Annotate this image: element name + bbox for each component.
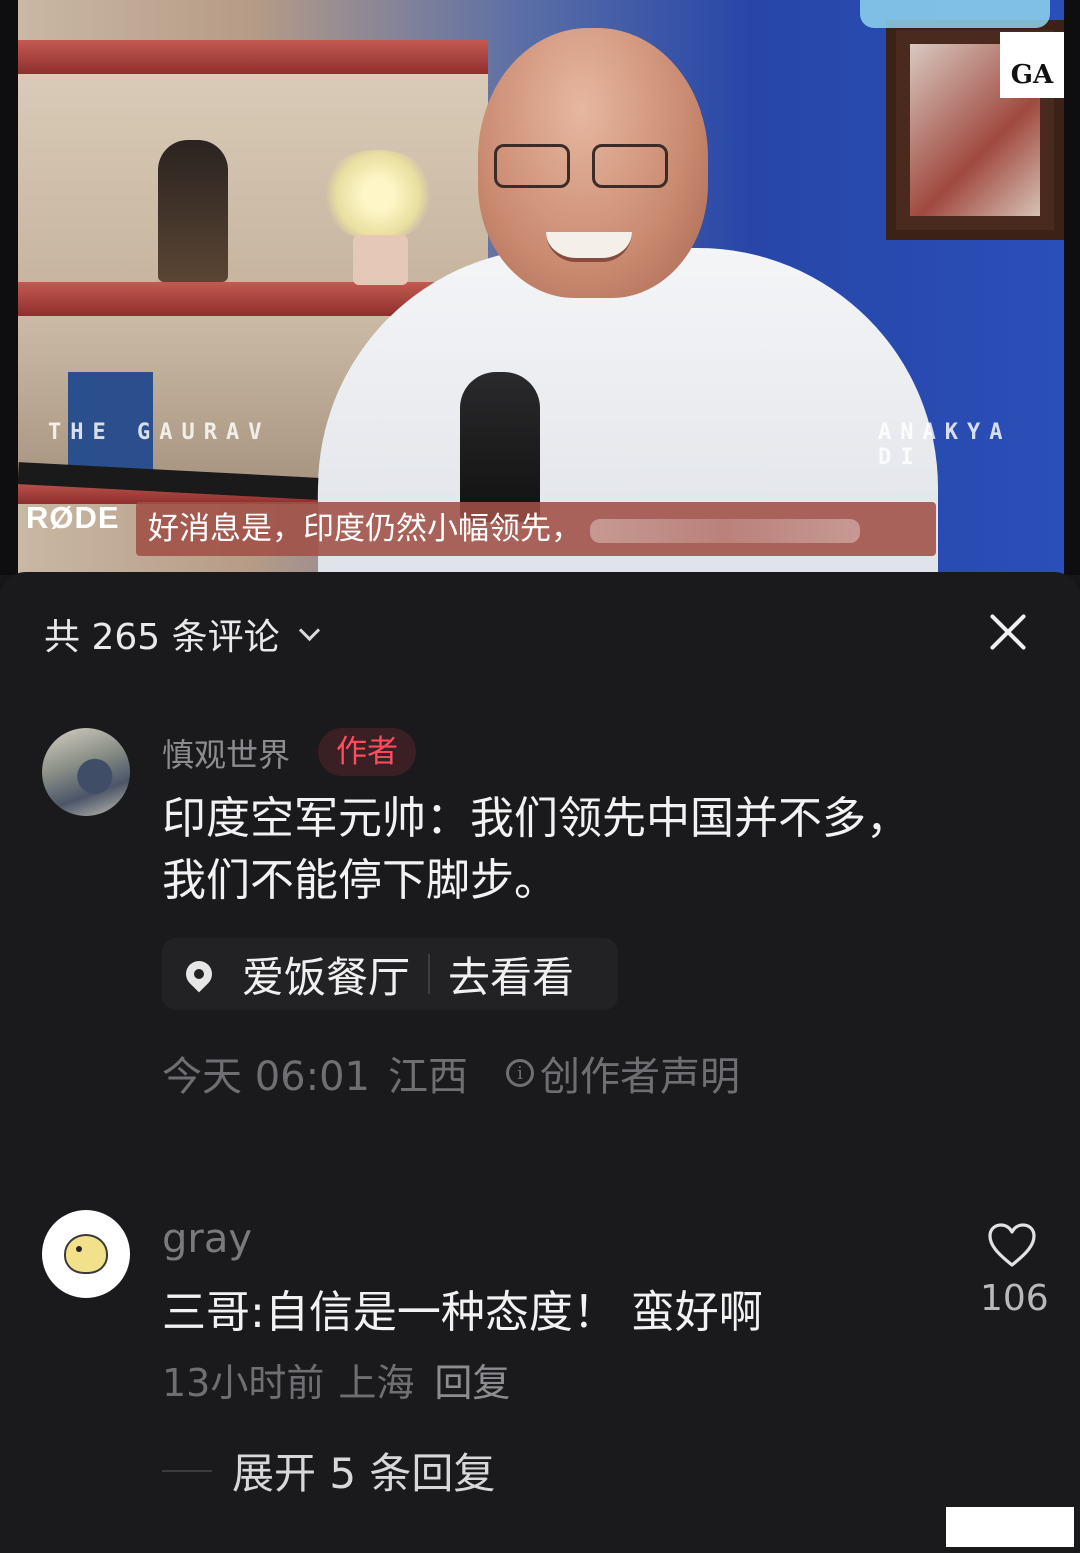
like-button[interactable]: 106: [980, 1222, 1049, 1319]
comment-text: 三哥:自信是一种态度！ 蛮好啊: [162, 1287, 763, 1338]
divider: [162, 1469, 212, 1472]
location-name: 爱饭餐厅: [242, 952, 411, 1002]
video-subtitle: 好消息是，印度仍然小幅领先，: [136, 502, 936, 556]
expand-replies-label: 展开 5 条回复: [232, 1449, 496, 1498]
statue-decoration: [158, 140, 228, 282]
reply-button[interactable]: 回复: [434, 1352, 510, 1407]
comment-region: 江西: [388, 1054, 468, 1100]
video-frame: GA THE GAURAV ANAKYA DI: [18, 0, 1064, 575]
video-overlay-text-left: THE GAURAV: [48, 420, 271, 445]
close-icon[interactable]: [984, 608, 1032, 656]
comment-time: 13小时前: [162, 1361, 325, 1405]
creator-statement-link[interactable]: 创作者声明: [540, 1044, 740, 1102]
comment-time: 今天 06:01: [162, 1054, 370, 1100]
comment-text-line: 印度空军元帅：我们领先中国并不多，: [162, 793, 910, 844]
speaker-glasses: [488, 140, 688, 190]
location-chip[interactable]: 爱饭餐厅 去看看: [162, 938, 618, 1010]
top-overlay-pill: [860, 0, 1050, 28]
corner-overlay: [946, 1507, 1074, 1547]
comment-text-line: 我们不能停下脚步。: [162, 855, 558, 906]
vase-decoration: [353, 235, 408, 285]
location-go-link[interactable]: 去看看: [448, 944, 574, 1005]
expand-replies-button[interactable]: 展开 5 条回复: [162, 1440, 495, 1501]
duck-icon: [64, 1234, 108, 1274]
info-icon: i: [506, 1059, 534, 1087]
microphone: [460, 372, 540, 522]
channel-logo: GA: [1000, 32, 1064, 98]
avatar[interactable]: [42, 1210, 130, 1298]
comments-count-header[interactable]: 共 265 条评论: [44, 608, 320, 660]
location-pin-icon: [180, 955, 218, 993]
comment-meta: 13小时前 上海 回复: [162, 1352, 510, 1407]
divider: [428, 954, 431, 994]
comment-username[interactable]: gray: [162, 1216, 252, 1262]
author-badge: 作者: [318, 728, 416, 776]
comments-count-label: 共 265 条评论: [44, 617, 280, 658]
mic-brand-label: RØDE: [26, 500, 120, 535]
comments-panel: 共 265 条评论 慎观世界 作者 印度空军元帅：我们领先中国并不多， 我们不能…: [0, 572, 1080, 1553]
chevron-down-icon: [298, 619, 320, 641]
flower-decoration: [318, 150, 438, 240]
video-overlay-text-right: ANAKYA DI: [878, 420, 1012, 470]
comment-username[interactable]: 慎观世界: [162, 730, 290, 776]
comment-meta: 今天 06:01 江西 i 创作者声明: [162, 1044, 740, 1102]
video-player[interactable]: GA THE GAURAV ANAKYA DI RØDE 好消息是，印度仍然小幅…: [0, 0, 1080, 575]
shelf: [18, 40, 488, 74]
like-count: 106: [980, 1278, 1049, 1319]
subtitle-blurred-text: [590, 518, 860, 543]
comment-text: 印度空军元帅：我们领先中国并不多， 我们不能停下脚步。: [162, 788, 982, 912]
heart-icon: [988, 1223, 1036, 1267]
comment-region: 上海: [338, 1361, 415, 1405]
avatar[interactable]: [42, 728, 130, 816]
subtitle-text: 好消息是，印度仍然小幅领先，: [148, 511, 582, 547]
